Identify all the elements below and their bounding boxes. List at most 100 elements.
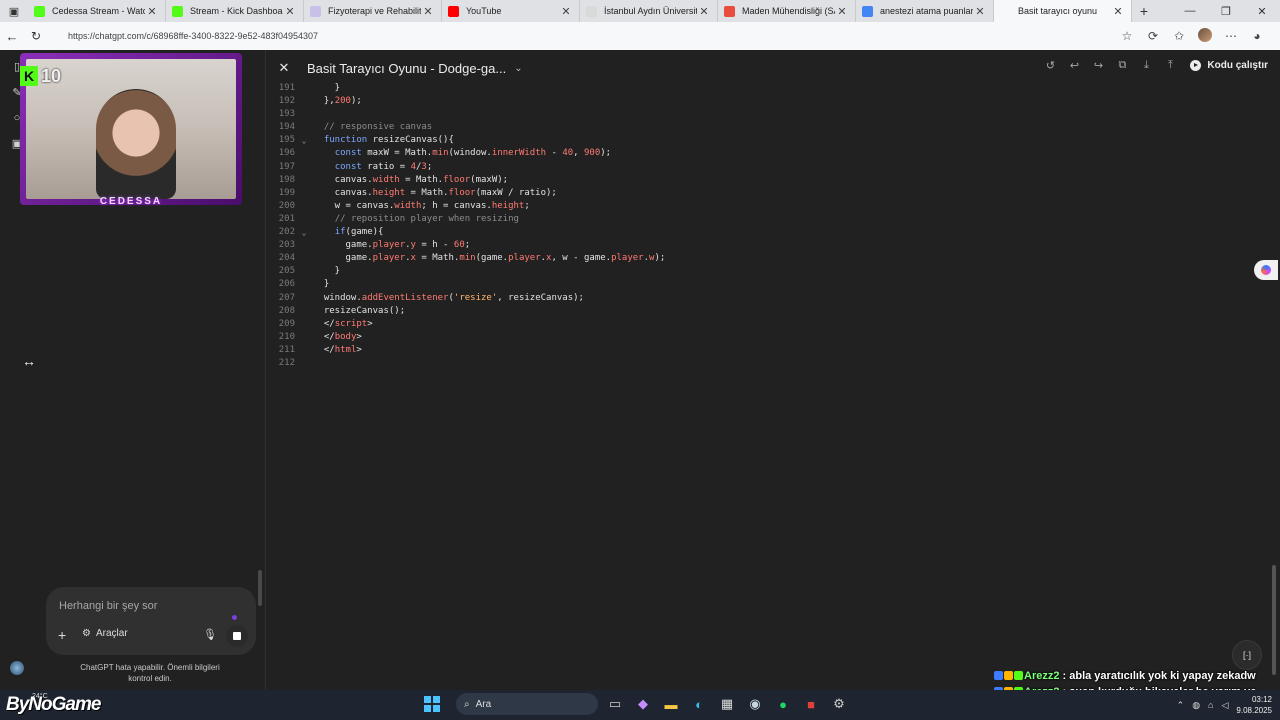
edge-icon[interactable]: ◐ (688, 693, 710, 715)
chat-scrollbar[interactable] (258, 570, 262, 606)
tab-0[interactable]: Cedessa Stream - Watch Li✕ (28, 0, 166, 22)
add-attachment-icon[interactable]: + (58, 627, 66, 643)
extensions-icon[interactable]: ⟳ (1140, 29, 1166, 43)
tab-close-icon[interactable]: ✕ (283, 5, 297, 18)
share-icon[interactable]: ⤒ (1158, 59, 1182, 72)
line-number: 210 (278, 331, 295, 342)
code-text: function resizeCanvas(){ (323, 135, 454, 146)
spotify-icon[interactable]: ● (772, 693, 794, 715)
tab-close-icon[interactable]: ✕ (421, 5, 435, 18)
minimize-icon[interactable]: — (1172, 0, 1208, 22)
document-title[interactable]: Basit Tarayıcı Oyunu - Dodge-ga... (307, 61, 506, 76)
copilot-icon[interactable]: ◕ (1244, 29, 1270, 43)
code-scrollbar[interactable] (1272, 565, 1276, 675)
tab-title: YouTube (466, 6, 502, 16)
undo-icon[interactable]: ↩ (1062, 59, 1086, 72)
tab-title: anestezi atama puanları 202 (880, 6, 973, 16)
close-canvas-icon[interactable]: ✕ (267, 60, 301, 76)
copilot-sidebar-button[interactable] (1254, 260, 1278, 280)
fold-gutter (295, 265, 313, 278)
tab-4[interactable]: İstanbul Aydın Üniversitesi✕ (580, 0, 718, 22)
run-code-button[interactable]: Kodu çalıştır (1190, 60, 1268, 71)
tab-close-icon[interactable]: ✕ (973, 5, 987, 18)
tab-3[interactable]: YouTube ✕ (442, 0, 580, 22)
copilot-app-icon[interactable]: ◆ (632, 693, 654, 715)
tab-close-icon[interactable]: ✕ (1111, 5, 1125, 18)
reload-icon[interactable]: ↻ (24, 29, 48, 43)
code-text: game.player.x = Math.min(game.player.x, … (313, 253, 666, 264)
user-avatar[interactable] (10, 661, 24, 675)
code-view-button[interactable]: [·] (1232, 640, 1262, 670)
address-bar: ← ↻ https://chatgpt.com/c/68968ffe-3400-… (0, 22, 1280, 50)
taskbar-search[interactable]: ⌕ Ara (456, 693, 598, 715)
tray-chevron-icon[interactable]: ⌃ (1177, 700, 1185, 711)
steam-icon[interactable]: ◉ (744, 693, 766, 715)
stop-icon (233, 632, 241, 640)
fold-chevron-icon[interactable]: ⌄ (295, 226, 313, 239)
tab-7[interactable]: Basit tarayıcı oyunu ✕ (994, 0, 1132, 22)
tab-favicon-icon (172, 5, 183, 17)
profile-avatar[interactable] (1192, 27, 1218, 45)
favorites-icon[interactable]: ✩ (1166, 29, 1192, 43)
app-settings-icon[interactable]: ⚙ (828, 693, 850, 715)
line-number: 208 (278, 305, 295, 316)
line-number: 209 (278, 318, 295, 329)
start-icon[interactable] (424, 696, 440, 712)
network-icon[interactable]: ⌂ (1208, 700, 1213, 710)
chat-composer: + ⚙ Araçlar 🎙 (46, 587, 256, 655)
code-text: w = canvas.width; h = canvas.height; (313, 200, 530, 211)
clock[interactable]: 03:12 9.08.2025 (1236, 694, 1272, 716)
line-number: 199 (278, 187, 295, 198)
tab-close-icon[interactable]: ✕ (835, 5, 849, 18)
close-window-icon[interactable]: ✕ (1244, 0, 1280, 22)
code-text: canvas.height = Math.floor(maxW / ratio)… (313, 187, 557, 198)
line-number: 204 (278, 253, 295, 264)
tab-6[interactable]: anestezi atama puanları 202✕ (856, 0, 994, 22)
taskbar-search-label: Ara (475, 698, 492, 710)
tab-close-icon[interactable]: ✕ (559, 5, 573, 18)
fold-gutter (295, 147, 313, 160)
download-icon[interactable]: ⤓ (1134, 59, 1158, 72)
fold-gutter (295, 357, 313, 370)
line-number: 211 (278, 344, 295, 355)
line-number: 193 (278, 109, 295, 120)
history-icon[interactable]: ↺ (1038, 59, 1062, 72)
code-text: window.addEventListener('resize', resize… (313, 292, 584, 303)
tab-close-icon[interactable]: ✕ (145, 5, 159, 18)
fold-chevron-icon[interactable]: ⌄ (295, 134, 313, 147)
url-field[interactable]: https://chatgpt.com/c/68968ffe-3400-8322… (48, 25, 1104, 47)
file-explorer-icon[interactable]: ▬ (660, 693, 682, 715)
tab-favicon-icon (1000, 5, 1011, 17)
maximize-icon[interactable]: ❐ (1208, 0, 1244, 22)
chevron-down-icon[interactable]: ⌄ (514, 63, 522, 74)
favorite-star-icon[interactable]: ☆ (1114, 29, 1140, 43)
copy-icon[interactable]: ⧉ (1110, 59, 1134, 72)
back-icon[interactable]: ← (0, 29, 24, 44)
new-tab-button[interactable]: + (1132, 3, 1156, 19)
tab-1[interactable]: Stream - Kick Dashboard ✕ (166, 0, 304, 22)
store-icon[interactable]: ▦ (716, 693, 738, 715)
fold-gutter (295, 161, 313, 174)
volume-icon[interactable]: ◁ (1221, 700, 1228, 711)
tab-2[interactable]: Fizyoterapi ve Rehabilitasyo✕ (304, 0, 442, 22)
task-view-icon[interactable]: ▭ (604, 693, 626, 715)
chat-message: Arezz2 : abla yaratıcılık yok ki yapay z… (994, 668, 1280, 684)
microphone-icon[interactable]: 🎙 (203, 628, 217, 641)
prompt-input[interactable] (59, 597, 239, 615)
tab-actions-icon[interactable]: ▣ (0, 0, 28, 22)
stop-button[interactable] (226, 625, 248, 647)
chat-username: Arezz2 (1024, 670, 1060, 682)
tab-close-icon[interactable]: ✕ (697, 5, 711, 18)
fold-gutter (295, 82, 313, 95)
tab-title: Stream - Kick Dashboard (190, 6, 283, 16)
app-red-icon[interactable]: ■ (800, 693, 822, 715)
more-icon[interactable]: ⋯ (1218, 29, 1244, 43)
line-number: 197 (278, 161, 295, 172)
tab-title: İstanbul Aydın Üniversitesi (604, 6, 697, 16)
code-text: </html> (313, 344, 362, 355)
tools-button[interactable]: ⚙ Araçlar (82, 628, 128, 639)
redo-icon[interactable]: ↪ (1086, 59, 1110, 72)
tray-app-icon[interactable]: ◍ (1192, 700, 1200, 711)
tab-5[interactable]: Maden Mühendisliği (SAY) |✕ (718, 0, 856, 22)
code-editor[interactable]: 191 } 192 },200); 193 194 // responsive can… (267, 82, 1267, 370)
